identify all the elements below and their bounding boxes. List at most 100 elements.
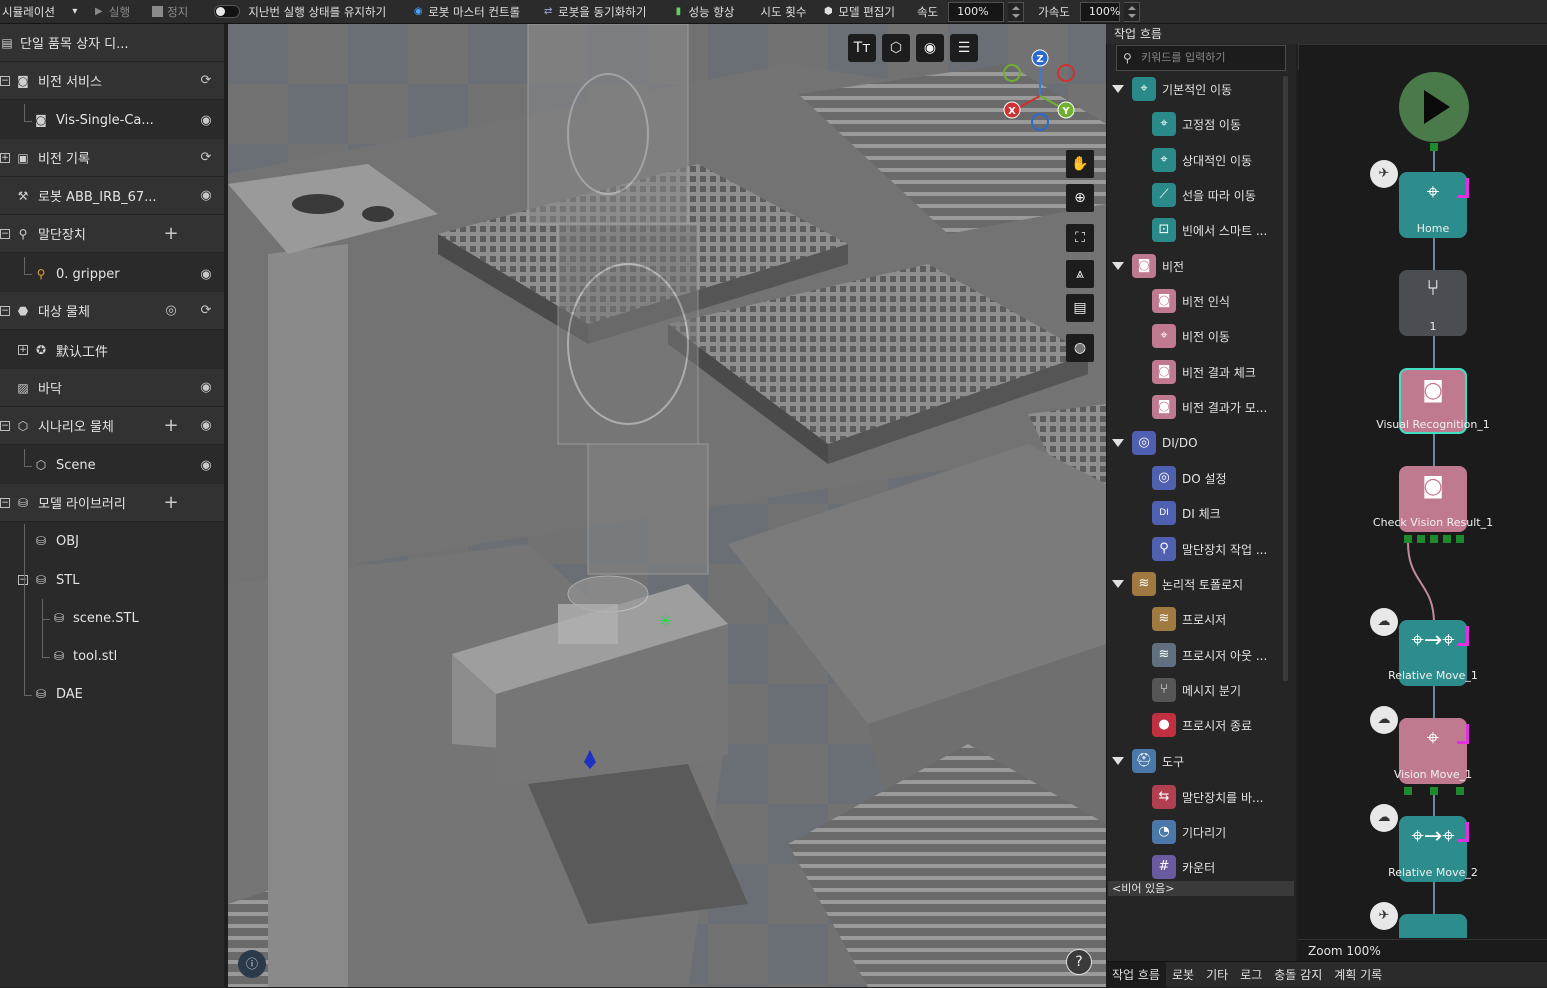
tree-root[interactable]: ▤ 단일 품목 상자 디...: [0, 24, 224, 62]
visibility-button[interactable]: ◉: [916, 34, 944, 62]
log-info-icon[interactable]: ⓘ: [238, 950, 266, 978]
collapse-icon[interactable]: −: [0, 229, 10, 239]
tab-plan-history[interactable]: 계획 기록: [1328, 962, 1388, 988]
list-button[interactable]: ☰: [950, 34, 978, 62]
tree-vis-single[interactable]: ◙ Vis-Single-Ca... ◉: [0, 101, 224, 139]
collapse-icon[interactable]: −: [0, 306, 10, 316]
step-do-set[interactable]: ◎ DO 설정: [1150, 463, 1280, 493]
run-button[interactable]: ▶ 실행: [87, 0, 136, 24]
category-dido[interactable]: ◎ DI/DO: [1112, 428, 1282, 458]
output-port[interactable]: [1430, 535, 1438, 543]
tree-vision-record[interactable]: + ▣ 비전 기록 ⟳: [0, 139, 224, 177]
category-basic-move[interactable]: ⌖ 기본적인 이동: [1112, 74, 1282, 104]
step-di-check[interactable]: DI DI 체크: [1150, 498, 1280, 528]
attempts-button[interactable]: 시도 횟수: [754, 0, 812, 24]
step-line-move[interactable]: ⟋ 선을 따라 이동: [1150, 180, 1280, 210]
tree-vision-service[interactable]: − ◙ 비전 서비스 ⟳: [0, 62, 224, 100]
speed-input[interactable]: 100%: [948, 1, 1005, 22]
step-procedure[interactable]: ≋ 프로시저: [1150, 604, 1280, 634]
step-ee-action[interactable]: ⚲ 말단장치 작업 ...: [1150, 534, 1280, 564]
step-change-ee[interactable]: ⇆ 말단장치를 바...: [1150, 782, 1280, 812]
tree-scene-stl[interactable]: ⛁ scene.STL: [0, 599, 224, 637]
axis-gizmo[interactable]: Z X Y: [1002, 48, 1098, 144]
tree-robot[interactable]: ⚒ 로봇 ABB_IRB_67... ◉: [0, 177, 224, 215]
step-relative-move[interactable]: ⌖ 상대적인 이동: [1150, 145, 1280, 175]
output-port[interactable]: [1443, 535, 1451, 543]
step-counter[interactable]: # 카운터: [1150, 852, 1280, 882]
eye-icon[interactable]: ◉: [198, 188, 214, 203]
collapse-icon[interactable]: −: [0, 76, 10, 86]
tree-default-workpiece[interactable]: + ✪ 默认工件: [0, 331, 224, 369]
eye-icon[interactable]: ◉: [198, 418, 214, 433]
category-logic[interactable]: ≋ 논리적 토폴로지: [1112, 569, 1282, 599]
output-port[interactable]: [1404, 535, 1412, 543]
tab-workflow[interactable]: 작업 흐름: [1106, 961, 1166, 988]
tree-tool-stl[interactable]: ⛁ tool.stl: [0, 637, 224, 675]
eye-icon[interactable]: ◉: [198, 380, 214, 395]
eye-icon[interactable]: ◉: [198, 113, 214, 128]
perspective-icon[interactable]: ⩓: [1066, 260, 1094, 288]
fit-view-icon[interactable]: ⛶: [1066, 224, 1094, 252]
box-view-button[interactable]: ⬡: [882, 34, 910, 62]
category-vision[interactable]: ◙ 비전: [1112, 251, 1282, 281]
add-icon[interactable]: +: [163, 415, 179, 436]
step-smart-pick[interactable]: ⊡ 빈에서 스마트 ...: [1150, 215, 1280, 245]
text-toggle-button[interactable]: Tт: [848, 34, 876, 62]
step-procedure-out[interactable]: ≋ 프로시저 아웃 ...: [1150, 640, 1280, 670]
performance-button[interactable]: ▮ 성능 향상: [666, 0, 740, 24]
output-port[interactable]: [1456, 535, 1464, 543]
step-message-branch[interactable]: ⑂ 메시지 분기: [1150, 675, 1280, 705]
step-vision-check[interactable]: ◙ 비전 결과 체크: [1150, 357, 1280, 387]
tab-log[interactable]: 로그: [1234, 962, 1268, 988]
eye-icon[interactable]: ◉: [198, 267, 214, 282]
toggle-switch[interactable]: [214, 5, 241, 18]
collapse-icon[interactable]: −: [0, 421, 10, 431]
step-fixed-move[interactable]: ⌖ 고정점 이동: [1150, 109, 1280, 139]
tab-other[interactable]: 기타: [1200, 962, 1234, 988]
model-editor-button[interactable]: ⬢ 모델 편집기: [816, 0, 901, 24]
help-icon[interactable]: ?: [1066, 949, 1092, 975]
tree-gripper[interactable]: ⚲ 0. gripper ◉: [0, 255, 224, 293]
target-icon[interactable]: ◎: [163, 303, 179, 318]
tab-robot[interactable]: 로봇: [1166, 962, 1200, 988]
step-vision-move[interactable]: ⌖ 비전 이동: [1150, 321, 1280, 351]
palette-search-input[interactable]: ⚲ 키워드를 입력하기: [1116, 45, 1286, 71]
tree-target-object[interactable]: − ⬣ 대상 물체 ◎ ⟳: [0, 292, 224, 330]
refresh-icon[interactable]: ⟳: [198, 150, 214, 165]
output-port[interactable]: [1456, 787, 1464, 795]
add-icon[interactable]: +: [163, 223, 179, 244]
camera-view-icon[interactable]: ◍: [1066, 334, 1094, 362]
output-port[interactable]: [1430, 143, 1438, 151]
output-port[interactable]: [1417, 535, 1425, 543]
expand-icon[interactable]: +: [18, 345, 28, 355]
category-tools[interactable]: ⛑ 도구: [1112, 746, 1282, 776]
eye-icon[interactable]: ◉: [198, 458, 214, 473]
tree-obj[interactable]: ⛁ OBJ: [0, 522, 224, 560]
expand-icon[interactable]: +: [0, 153, 10, 163]
accel-spinner[interactable]: [1123, 1, 1140, 22]
zoom-icon[interactable]: ⊕: [1066, 184, 1094, 212]
tree-stl[interactable]: − ⛁ STL: [0, 561, 224, 599]
add-icon[interactable]: +: [163, 492, 179, 513]
collapse-icon[interactable]: −: [0, 498, 10, 508]
stop-button[interactable]: 정지: [146, 0, 194, 24]
step-vision-result-model[interactable]: ◙ 비전 결과가 모...: [1150, 392, 1280, 422]
3d-viewport[interactable]: ✳ Tт ⬡ ◉ ☰ Z X Y ✋ ⊕ ⛶ ⩓ ▤ ◍: [228, 24, 1106, 987]
step-vision-recognition[interactable]: ◙ 비전 인식: [1150, 286, 1280, 316]
output-port[interactable]: [1430, 787, 1438, 795]
tree-model-library[interactable]: − ⛁ 모델 라이브러리 +: [0, 484, 224, 522]
sync-robot-button[interactable]: ⇄ 로봇을 동기화하기: [536, 0, 652, 24]
tree-scene[interactable]: ⬡ Scene ◉: [0, 446, 224, 484]
tree-dae[interactable]: ⛁ DAE: [0, 675, 224, 713]
tree-end-effector[interactable]: − ⚲ 말단장치 +: [0, 215, 224, 253]
step-wait[interactable]: ◔ 기다리기: [1150, 817, 1280, 847]
refresh-icon[interactable]: ⟳: [198, 303, 214, 318]
simulation-menu[interactable]: 시뮬레이션 ▾: [0, 0, 87, 24]
tree-floor[interactable]: ▨ 바닥 ◉: [0, 369, 224, 407]
collapse-icon[interactable]: −: [18, 575, 28, 585]
keep-state-toggle[interactable]: 지난번 실행 상태를 유지하기: [208, 0, 392, 24]
tab-collision[interactable]: 충돌 감지: [1268, 962, 1328, 988]
output-port[interactable]: [1404, 787, 1412, 795]
refresh-icon[interactable]: ⟳: [198, 73, 214, 88]
panel-icon[interactable]: ▤: [1066, 294, 1094, 322]
